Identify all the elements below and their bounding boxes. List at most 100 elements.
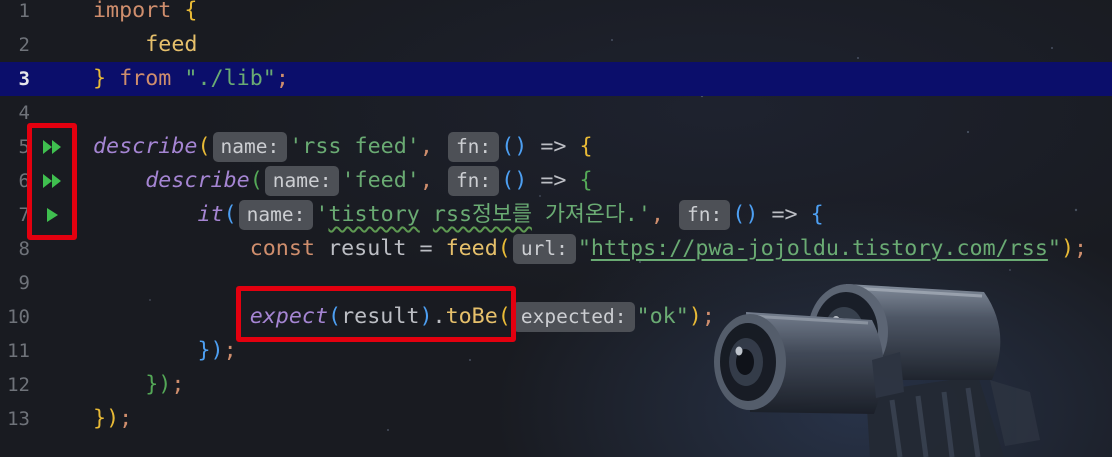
bracket-token: } [145,372,159,397]
url-link[interactable]: https://pwa-jojoldu.tistory.com/rss [591,236,1048,261]
punctuation-token: , [419,134,433,159]
string-literal-token: ' [315,202,329,227]
current-line-number: 3 [18,68,30,90]
bracket-token: () [732,202,759,227]
code-line[interactable]: import { [93,0,197,28]
code-line[interactable]: feed [93,28,197,62]
bracket-token: { [579,168,593,193]
string-literal-token [420,202,433,227]
code-editor[interactable]: import { feed} from "./lib"; describe(nam… [93,0,1112,457]
bracket-token: } [93,66,107,91]
parameter-name-hint: expected: [512,302,635,332]
annotation-box-run-icons [27,123,77,240]
misspelled-word-token: rss정보를 [432,202,532,227]
bracket-token: ( [223,202,237,227]
punctuation-token: , [650,202,664,227]
parameter-name-hint: fn: [679,200,731,230]
bracket-token: } [93,406,107,431]
code-text-token: => [527,168,580,193]
line-number: 11 [7,340,30,362]
punctuation-token: ; [171,372,185,397]
keyword-token: from [119,66,172,91]
code-line[interactable]: describe(name:'rss feed', fn:() => { [93,130,593,164]
line-number: 13 [7,408,30,430]
parameter-name-hint: url: [512,234,576,264]
code-line[interactable]: }); [93,402,132,436]
bracket-token: { [184,0,198,23]
code-line[interactable]: const result = feed(url: "https://pwa-joj… [93,232,1087,266]
punctuation-token: ; [223,338,237,363]
bracket-token: } [197,338,211,363]
bracket-token: ( [197,134,211,159]
annotation-box-expect-call [236,286,516,342]
string-literal-token: " [577,236,591,261]
code-text-token: => [758,202,811,227]
bracket-token: { [579,134,593,159]
punctuation-token: , [419,168,433,193]
keyword-token: import [93,0,172,23]
misspelled-word-token: tistory [328,202,420,227]
string-literal-token: "./lib" [184,66,276,91]
line-number: 2 [18,34,30,56]
code-line[interactable]: }); [93,368,184,402]
line-number: 5 [18,136,30,158]
bracket-token: { [810,202,824,227]
parameter-name-hint: name: [238,200,314,230]
bracket-token: ) [210,338,224,363]
code-text-token: result = [314,236,446,261]
string-literal-token: 'rss feed' [289,134,420,159]
line-number: 1 [18,0,30,22]
function-name-token: feed [145,32,198,57]
test-function-token: it [197,202,224,227]
line-number: 6 [18,170,30,192]
line-number: 4 [18,102,30,124]
code-line[interactable]: }); [93,334,237,368]
parameter-name-hint: name: [264,166,340,196]
string-literal-token: "ok" [636,304,689,329]
bracket-token: ) [106,406,120,431]
punctuation-token: ; [1074,236,1088,261]
punctuation-token: ; [275,66,289,91]
bracket-token: ) [158,372,172,397]
bracket-token: () [501,168,528,193]
line-number: 12 [7,374,30,396]
parameter-name-hint: name: [212,132,288,162]
line-number: 9 [18,272,30,294]
bracket-token: () [501,134,528,159]
line-number: 10 [7,306,30,328]
string-literal-token: 'feed' [341,168,420,193]
string-literal-token: " [1047,236,1061,261]
line-number: 8 [18,238,30,260]
bracket-token: ( [497,236,511,261]
keyword-token: const [249,236,315,261]
code-text-token: => [527,134,580,159]
bracket-token: ( [249,168,263,193]
test-function-token: describe [145,168,250,193]
line-number: 7 [18,204,30,226]
code-line[interactable]: it(name:'tistory rss정보를 가져온다.', fn:() =>… [93,198,824,232]
code-line[interactable]: } from "./lib"; [93,62,289,96]
test-function-token: describe [93,134,198,159]
string-literal-token: 가져온다.' [531,202,651,227]
punctuation-token: ; [701,304,715,329]
punctuation-token: ; [119,406,133,431]
bracket-token: ) [1060,236,1075,261]
function-name-token: feed [445,236,498,261]
bracket-token: ) [688,304,702,329]
parameter-name-hint: fn: [447,166,500,196]
parameter-name-hint: fn: [447,132,500,162]
code-line[interactable]: describe(name:'feed', fn:() => { [93,164,593,198]
